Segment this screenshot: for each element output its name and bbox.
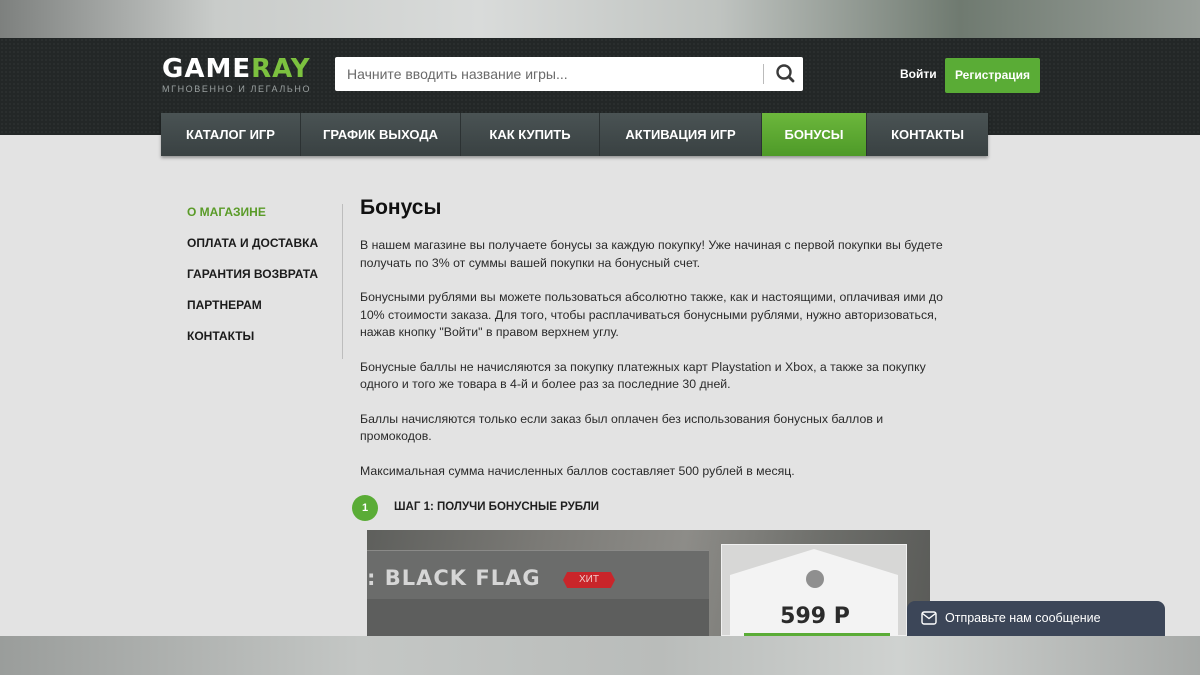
- price-value: 599 Р: [780, 604, 850, 629]
- hit-badge: ХИТ: [563, 572, 615, 588]
- photo-backdrop-bottom: [0, 636, 1200, 675]
- page-title: Бонусы: [360, 196, 442, 219]
- site-logo[interactable]: GAMERAY МГНОВЕННО И ЛЕГАЛЬНО: [162, 55, 311, 94]
- sidebar-menu: О МАГАЗИНЕ ОПЛАТА И ДОСТАВКА ГАРАНТИЯ ВО…: [187, 205, 318, 360]
- promo-panel-lower: [367, 599, 709, 636]
- nav-catalog[interactable]: КАТАЛОГ ИГР: [161, 113, 301, 156]
- content-paragraph: Максимальная сумма начисленных баллов со…: [360, 463, 795, 478]
- nav-bonuses[interactable]: БОНУСЫ: [762, 113, 867, 156]
- nav-how-to-buy[interactable]: КАК КУПИТЬ: [461, 113, 600, 156]
- promo-game-title: : BLACK FLAG: [367, 566, 541, 590]
- main-content: Бонусы В нашем магазине вы получаете бон…: [360, 196, 950, 497]
- sidebar-divider: [342, 204, 343, 359]
- search-input[interactable]: [335, 57, 760, 91]
- promo-game-panel: [367, 550, 709, 636]
- register-button[interactable]: Регистрация: [945, 58, 1040, 93]
- nav-contacts[interactable]: КОНТАКТЫ: [867, 113, 988, 156]
- content-paragraph: Бонусными рублями вы можете пользоваться…: [360, 290, 943, 339]
- photo-backdrop-top: [0, 0, 1200, 38]
- sidebar-item-payment[interactable]: ОПЛАТА И ДОСТАВКА: [187, 236, 318, 267]
- step-label: ШАГ 1: ПОЛУЧИ БОНУСНЫЕ РУБЛИ: [394, 501, 600, 513]
- search-divider: [763, 64, 764, 84]
- logo-tagline: МГНОВЕННО И ЛЕГАЛЬНО: [162, 84, 312, 94]
- logo-word-game: GAME: [162, 54, 252, 84]
- price-card: 599 Р: [721, 544, 907, 636]
- nav-release-schedule[interactable]: ГРАФИК ВЫХОДА: [301, 113, 461, 156]
- main-nav: КАТАЛОГ ИГР ГРАФИК ВЫХОДА КАК КУПИТЬ АКТ…: [161, 113, 988, 156]
- sidebar-item-about[interactable]: О МАГАЗИНЕ: [187, 205, 318, 236]
- search-button[interactable]: [767, 57, 803, 91]
- step-number-badge: 1: [352, 495, 378, 521]
- sidebar-item-partners[interactable]: ПАРТНЕРАМ: [187, 298, 318, 329]
- login-link[interactable]: Войти: [900, 67, 937, 81]
- content-paragraph: Бонусные баллы не начисляются за покупку…: [360, 359, 926, 392]
- search-icon: [776, 64, 795, 83]
- sidebar-item-refund[interactable]: ГАРАНТИЯ ВОЗВРАТА: [187, 267, 318, 298]
- nav-activation[interactable]: АКТИВАЦИЯ ИГР: [600, 113, 762, 156]
- tag-hole-icon: [806, 570, 824, 588]
- search-box: [335, 57, 803, 91]
- chat-widget[interactable]: Отправьте нам сообщение: [907, 601, 1165, 636]
- logo-wordmark: GAMERAY: [162, 55, 311, 83]
- sidebar-item-contacts[interactable]: КОНТАКТЫ: [187, 329, 318, 360]
- content-paragraph: В нашем магазине вы получаете бонусы за …: [360, 238, 943, 270]
- browser-viewport: GAMERAY МГНОВЕННО И ЛЕГАЛЬНО Войти Регис…: [0, 38, 1200, 636]
- promo-screenshot: : BLACK FLAG ХИТ 599 Р: [367, 530, 930, 636]
- chat-label: Отправьте нам сообщение: [945, 611, 1101, 625]
- logo-word-ray: RAY: [251, 54, 311, 84]
- mail-icon: [921, 611, 937, 625]
- content-paragraph: Баллы начисляются только если заказ был …: [360, 411, 884, 444]
